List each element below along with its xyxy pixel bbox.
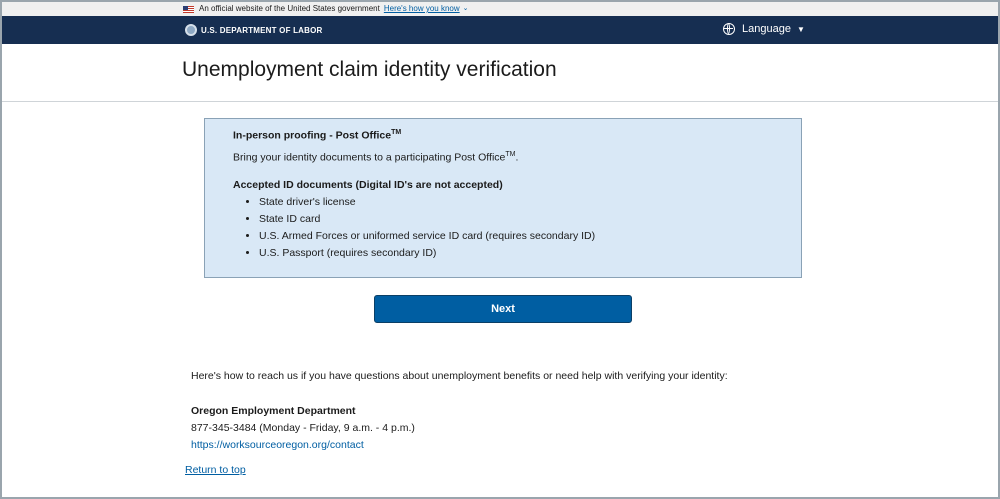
contact-url-link[interactable]: https://worksourceoregon.org/contact <box>191 439 728 451</box>
contact-phone: 877-345-3484 (Monday - Friday, 9 a.m. - … <box>191 422 415 434</box>
list-item: U.S. Armed Forces or uniformed service I… <box>259 230 773 242</box>
how-you-know-link[interactable]: Here's how you know <box>384 2 460 16</box>
info-body-text: Bring your identity documents to a parti… <box>233 151 506 163</box>
return-to-top-link[interactable]: Return to top <box>185 464 246 476</box>
caret-down-icon: ▼ <box>796 24 805 34</box>
accepted-docs-heading: Accepted ID documents (Digital ID's are … <box>233 179 503 191</box>
info-box: In-person proofing - Post OfficeTM Bring… <box>204 118 802 278</box>
gov-banner-text: An official website of the United States… <box>199 4 380 13</box>
dol-seal-icon <box>185 24 197 36</box>
language-selector[interactable]: Language ▼ <box>723 23 805 35</box>
trademark-sup: TM <box>505 150 516 158</box>
page-title: Unemployment claim identity verification <box>182 58 557 81</box>
agency-name: U.S. DEPARTMENT OF LABOR <box>201 25 323 35</box>
site-header: U.S. DEPARTMENT OF LABOR Language ▼ <box>2 16 998 44</box>
chevron-down-icon[interactable]: ⌄ <box>463 2 469 16</box>
info-heading: In-person proofing - Post OfficeTM <box>233 129 773 142</box>
info-body-end: . <box>515 151 519 163</box>
list-item: State driver's license <box>259 196 773 208</box>
contact-org: Oregon Employment Department <box>191 405 356 417</box>
info-body: Bring your identity documents to a parti… <box>233 151 773 164</box>
gov-banner: An official website of the United States… <box>2 2 998 16</box>
info-heading-text: In-person proofing - Post Office <box>233 129 392 142</box>
next-button[interactable]: Next <box>374 295 632 323</box>
dol-logo[interactable]: U.S. DEPARTMENT OF LABOR <box>185 24 323 36</box>
list-item: State ID card <box>259 213 773 225</box>
us-flag-icon <box>183 5 194 13</box>
globe-icon <box>723 23 735 35</box>
list-item: U.S. Passport (requires secondary ID) <box>259 247 773 259</box>
trademark-sup: TM <box>391 129 402 136</box>
accepted-docs-list: State driver's license State ID card U.S… <box>233 196 773 259</box>
contact-intro: Here's how to reach us if you have quest… <box>191 370 728 382</box>
contact-section: Here's how to reach us if you have quest… <box>191 370 728 451</box>
title-divider <box>2 101 998 102</box>
language-label: Language <box>742 23 791 35</box>
